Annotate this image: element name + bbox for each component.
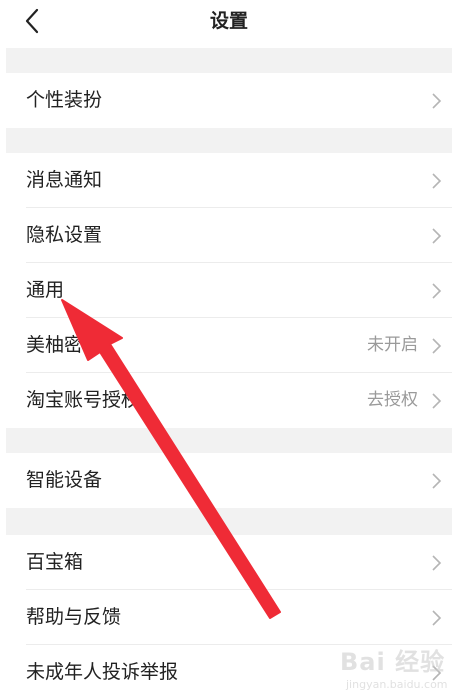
nav-header: 设置	[6, 0, 452, 48]
section-gap	[6, 508, 452, 535]
settings-row-smart-devices[interactable]: 智能设备	[6, 453, 452, 508]
chevron-right-icon	[432, 610, 442, 626]
settings-row-notifications[interactable]: 消息通知	[6, 153, 452, 208]
row-label: 未成年人投诉举报	[26, 661, 179, 683]
row-value: 去授权	[367, 390, 418, 410]
row-label: 淘宝账号授权	[26, 389, 141, 411]
chevron-right-icon	[432, 665, 442, 681]
row-value: 未开启	[367, 335, 418, 355]
settings-row-general[interactable]: 通用	[6, 263, 452, 318]
settings-row-taobao-auth[interactable]: 淘宝账号授权 去授权	[6, 373, 452, 428]
page-title: 设置	[209, 10, 248, 32]
settings-row-toolbox[interactable]: 百宝箱	[6, 535, 452, 590]
row-label: 隐私设置	[26, 224, 103, 246]
settings-page: 设置 个性装扮 消息通知 隐私设置 通用 美柚密码 未开启 淘宝账号授权 去授权	[6, 0, 452, 697]
row-label: 百宝箱	[26, 551, 84, 573]
chevron-right-icon	[432, 473, 442, 489]
row-label: 个性装扮	[26, 89, 103, 111]
settings-row-personalize[interactable]: 个性装扮	[6, 73, 452, 128]
section-gap	[6, 428, 452, 453]
row-label: 消息通知	[26, 169, 103, 191]
row-label: 智能设备	[26, 469, 103, 491]
chevron-right-icon	[432, 555, 442, 571]
row-label: 美柚密码	[26, 334, 103, 356]
settings-row-password[interactable]: 美柚密码 未开启	[6, 318, 452, 373]
chevron-right-icon	[432, 228, 442, 244]
row-label: 帮助与反馈	[26, 606, 122, 628]
chevron-right-icon	[432, 338, 442, 354]
chevron-right-icon	[432, 393, 442, 409]
chevron-right-icon	[432, 283, 442, 299]
row-label: 通用	[26, 279, 65, 301]
chevron-right-icon	[432, 173, 442, 189]
chevron-right-icon	[432, 93, 442, 109]
settings-row-privacy[interactable]: 隐私设置	[6, 208, 452, 263]
settings-row-help-feedback[interactable]: 帮助与反馈	[6, 590, 452, 645]
section-gap	[6, 128, 452, 153]
settings-row-minor-report[interactable]: 未成年人投诉举报	[6, 645, 452, 697]
section-gap	[6, 48, 452, 73]
